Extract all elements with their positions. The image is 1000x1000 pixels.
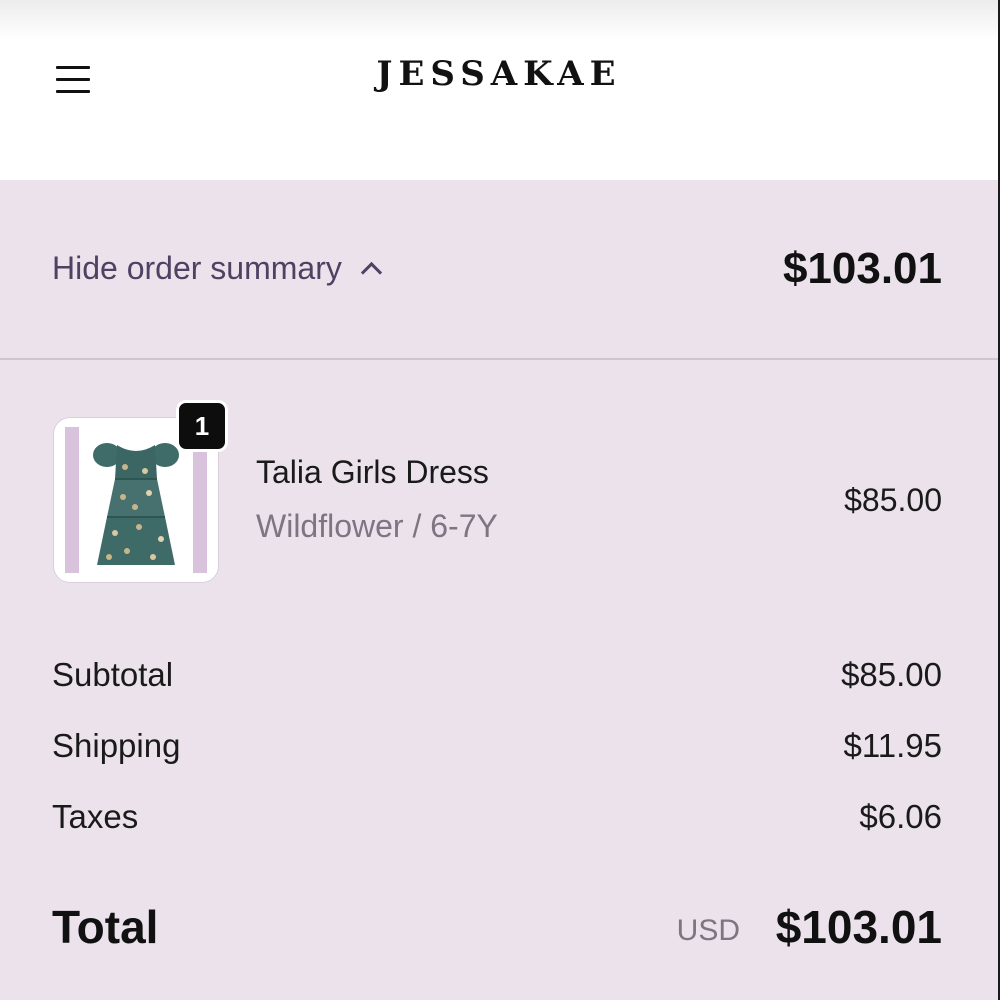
checkout-page: JESSAKAE Hide order summary $103.01 1 Ta… bbox=[0, 0, 1000, 1000]
taxes-label: Taxes bbox=[52, 798, 139, 835]
brand-logo[interactable]: JESSAKAE bbox=[0, 54, 998, 94]
subtotal-label: Subtotal bbox=[52, 656, 174, 693]
grand-total-row: Total USD $103.01 bbox=[52, 900, 942, 960]
total-value: $103.01 bbox=[775, 901, 942, 953]
header-shadow bbox=[0, 0, 998, 40]
order-summary-toggle-row[interactable]: Hide order summary $103.01 bbox=[0, 180, 998, 360]
taxes-value: $6.06 bbox=[859, 798, 942, 835]
order-summary-panel: Hide order summary $103.01 1 Talia Girls… bbox=[0, 180, 1000, 1000]
product-name: Talia Girls Dress bbox=[256, 454, 489, 490]
currency-code: USD bbox=[676, 914, 740, 947]
line-item: 1 Talia Girls Dress Wildflower / 6-7Y $8… bbox=[0, 400, 998, 582]
shipping-label: Shipping bbox=[52, 727, 181, 764]
total-label: Total bbox=[52, 901, 159, 953]
site-header: JESSAKAE bbox=[0, 0, 1000, 180]
quantity-badge: 1 bbox=[176, 400, 228, 452]
toggle-label: Hide order summary bbox=[52, 250, 342, 286]
subtotal-value: $85.00 bbox=[841, 656, 942, 693]
product-variant: Wildflower / 6-7Y bbox=[256, 508, 498, 544]
product-price: $85.00 bbox=[844, 482, 942, 518]
shipping-value: $11.95 bbox=[843, 727, 942, 764]
summary-header-total: $103.01 bbox=[782, 244, 942, 293]
hide-order-summary-button[interactable]: Hide order summary bbox=[52, 250, 382, 287]
chevron-up-icon bbox=[360, 261, 382, 284]
